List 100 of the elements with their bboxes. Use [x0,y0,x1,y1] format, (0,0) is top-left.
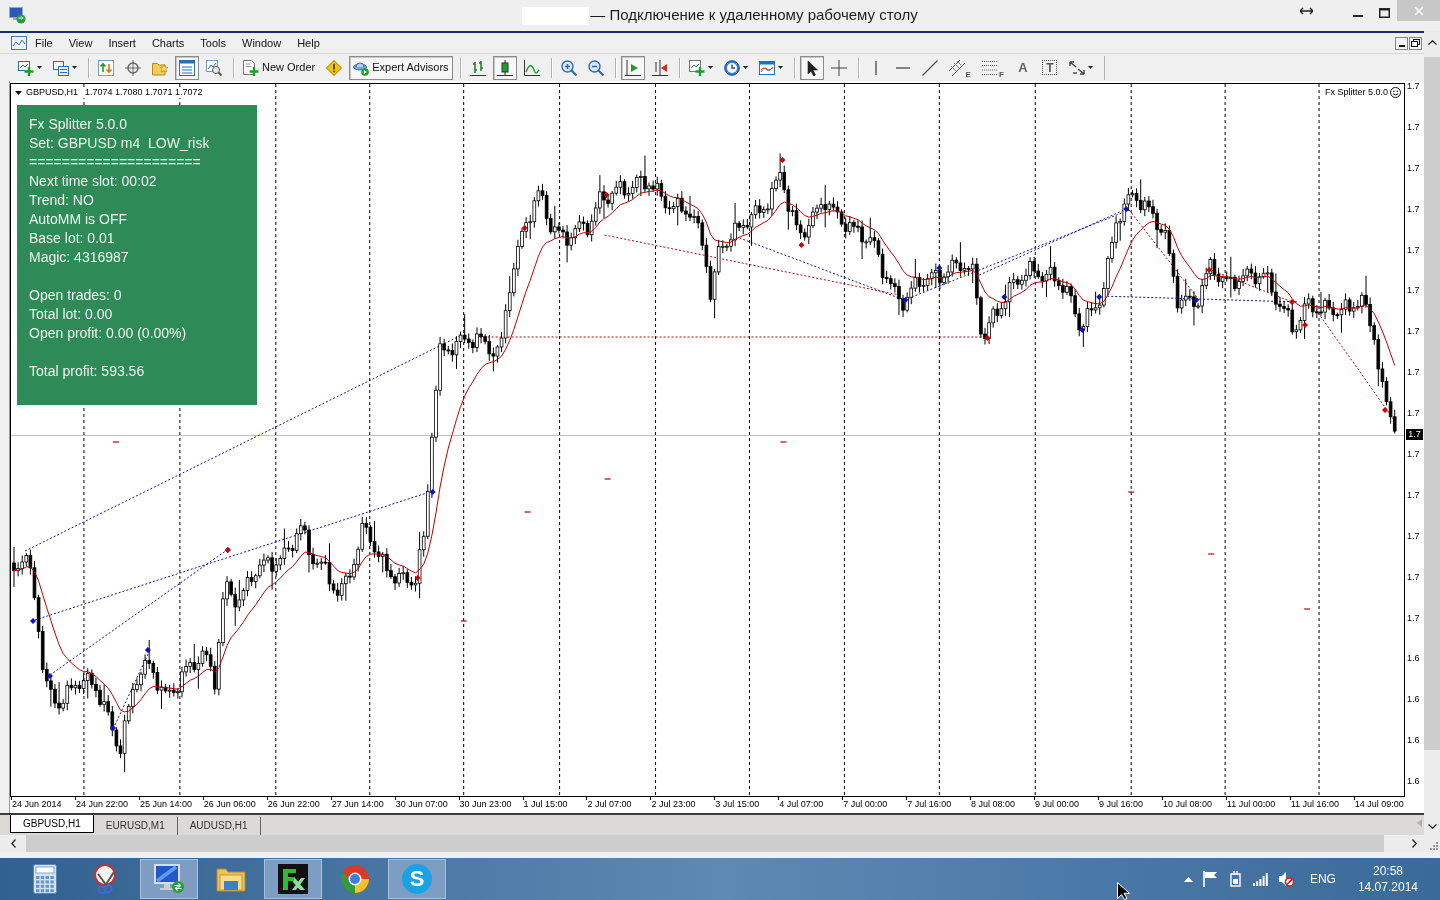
menu-item[interactable]: Help [289,35,328,51]
scrollbar-thumb[interactable] [26,835,1384,852]
menu-item[interactable]: Tools [192,35,234,51]
price-label: 1.7 [1407,203,1421,214]
language-indicator[interactable]: ENG [1309,870,1336,888]
price-label: 1.7 [1407,530,1421,541]
toolbar-button[interactable]: A [1010,55,1035,80]
toolbar-button[interactable] [620,55,645,80]
window-title: — Подключение к удаленному рабочему столу [590,5,918,26]
signal-bars-icon [1252,872,1268,886]
line-chart-icon [523,59,540,76]
price-label: 1.7 [1407,408,1421,419]
chart-plus-icon [18,59,34,76]
dotted-lines-icon [981,59,998,76]
time-label: 1 Jul 15:00 [523,799,568,810]
vertical-line-icon [874,60,877,75]
candlestick-icon [496,59,513,76]
caret-icon [37,66,42,69]
menu-item[interactable]: Charts [143,35,193,51]
time-label: 27 Jun 14:00 [331,799,384,810]
diagonal-line-icon [921,59,938,76]
clock-date[interactable]: 14.07.2014 [1357,879,1418,895]
chart-quotes: 1.7074 1.7080 1.7071 1.7072 [85,87,203,98]
info-line: Set: GBPUSD m4 LOW_risk [29,134,211,153]
resize-grip-icon [1430,842,1438,850]
arrows-icon [1068,59,1085,76]
bar-chart-icon [469,59,486,76]
time-label: 9 Jul 00:00 [1035,799,1080,810]
zoom-in-icon [560,59,577,76]
toolbar-button[interactable]: F [977,55,1008,80]
folder-icon [216,866,246,892]
flag-icon [1202,871,1218,887]
expert-name: Fx Splitter 5.0.0 [1324,87,1388,98]
close-icon [1413,5,1424,16]
clock-time[interactable]: 20:58 [1372,863,1403,879]
monitor-disc-icon [9,7,26,24]
dropdown-triangle-icon [15,90,22,95]
triangle-left-icon [1417,819,1422,827]
time-label: 26 Jun 06:00 [203,799,256,810]
time-label: 14 Jul 09:00 [1354,799,1404,810]
time-label: 25 Jun 14:00 [139,799,192,810]
taskbar-button[interactable] [264,859,322,899]
scrollbar-thumb[interactable] [1424,57,1440,750]
price-label: 1.6 [1407,735,1421,746]
speaker-muted-icon [1277,871,1294,887]
toolbar-button[interactable]: T [1037,55,1062,80]
time-label: 7 Jul 16:00 [907,799,952,810]
price-label: 1.6 [1407,653,1421,664]
toolbar-button[interactable] [492,55,517,80]
price-label: 1.7 [1407,326,1421,337]
horizontal-double-arrow-icon [1300,7,1313,15]
toolbar-button[interactable]: Expert Advisors [349,55,453,80]
magnifier-chart-icon [206,59,222,76]
price-label: 1.7 [1407,285,1421,296]
toolbar-button[interactable]: E [944,55,975,80]
caret-icon [1087,66,1093,69]
minimize-icon [1353,15,1363,17]
menu-item[interactable]: Window [234,35,290,51]
time-label: 3 Jul 15:00 [715,799,760,810]
target-icon [125,59,141,76]
hat-play-icon [353,59,370,76]
chart-window-icon [758,59,775,76]
calculator-icon [33,864,57,894]
time-label: 30 Jun 23:00 [459,799,512,810]
list-window-icon [179,59,195,76]
info-line: Trend: NO [29,191,95,210]
zoom-out-icon [587,59,604,76]
menu-item[interactable]: File [27,35,61,51]
price-label: 1.7 [1407,367,1421,378]
toolbar-button[interactable]: New Order [239,55,320,80]
current-price-label: 1.7 [1406,429,1423,440]
info-line: ===================== [29,153,202,172]
chevron-left-icon [10,839,16,848]
info-line: Next time slot: 00:02 [29,172,158,191]
restore-button[interactable] [1409,36,1422,50]
info-line: Open trades: 0 [29,286,123,305]
time-label: 4 Jul 07:00 [779,799,824,810]
logo-tile-icon [278,864,308,894]
info-line: Fx Splitter 5.0.0 [29,115,129,134]
price-label: 1.7 [1407,81,1421,91]
time-label: 9 Jul 16:00 [1098,799,1143,810]
toolbar-button[interactable] [799,55,824,80]
chart-tab[interactable]: GBPUSD,H1 [10,815,94,833]
price-label: 1.6 [1407,776,1421,787]
mouse-pointer-icon [1117,882,1130,900]
menu-item[interactable]: Insert [100,35,144,51]
price-label: 1.6 [1407,694,1421,705]
price-label: 1.7 [1407,244,1421,255]
caret-icon [707,66,713,69]
chevron-right-icon [1411,839,1417,848]
caret-icon [777,66,783,69]
hatched-lines-icon [948,59,965,76]
info-line: Base lot: 0.01 [29,229,116,248]
time-label: 26 Jun 22:00 [267,799,320,810]
chevron-up-icon [1427,39,1437,45]
monitor-arrows-icon [154,864,184,894]
minimize-button[interactable] [1395,36,1408,50]
battery-plug-icon [1227,871,1243,887]
chart-plus-icon [688,59,705,76]
menu-item[interactable]: View [60,35,101,51]
